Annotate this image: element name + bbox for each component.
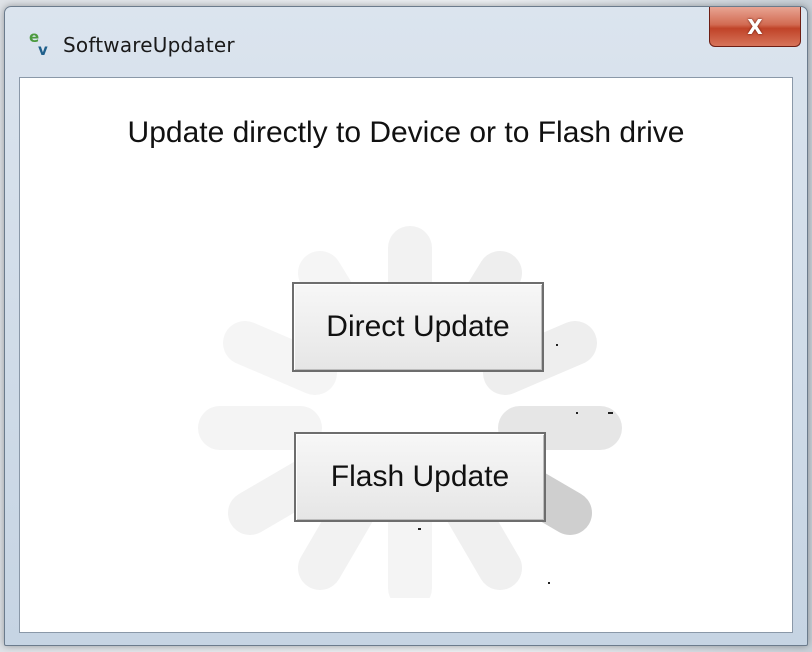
client-area: Update directly to Device or to Flash dr… — [19, 77, 793, 633]
software-updater-window: e v SoftwareUpdater X Update directly to… — [4, 6, 808, 646]
artifact-dot — [418, 528, 421, 530]
close-button[interactable]: X — [709, 7, 801, 47]
artifact-dot — [556, 344, 558, 346]
title-bar[interactable]: e v SoftwareUpdater X — [5, 7, 807, 77]
close-icon: X — [747, 14, 763, 39]
window-title: SoftwareUpdater — [63, 33, 235, 57]
artifact-dot — [548, 582, 550, 584]
loading-spinner-icon — [198, 226, 622, 598]
artifact-dot — [576, 412, 578, 414]
artifact-dot — [608, 412, 613, 414]
ev-logo-icon: e v — [29, 29, 48, 57]
direct-update-button[interactable]: Direct Update — [292, 282, 544, 372]
flash-update-button[interactable]: Flash Update — [294, 432, 546, 522]
svg-text:v: v — [38, 41, 48, 57]
instruction-heading: Update directly to Device or to Flash dr… — [127, 116, 685, 149]
